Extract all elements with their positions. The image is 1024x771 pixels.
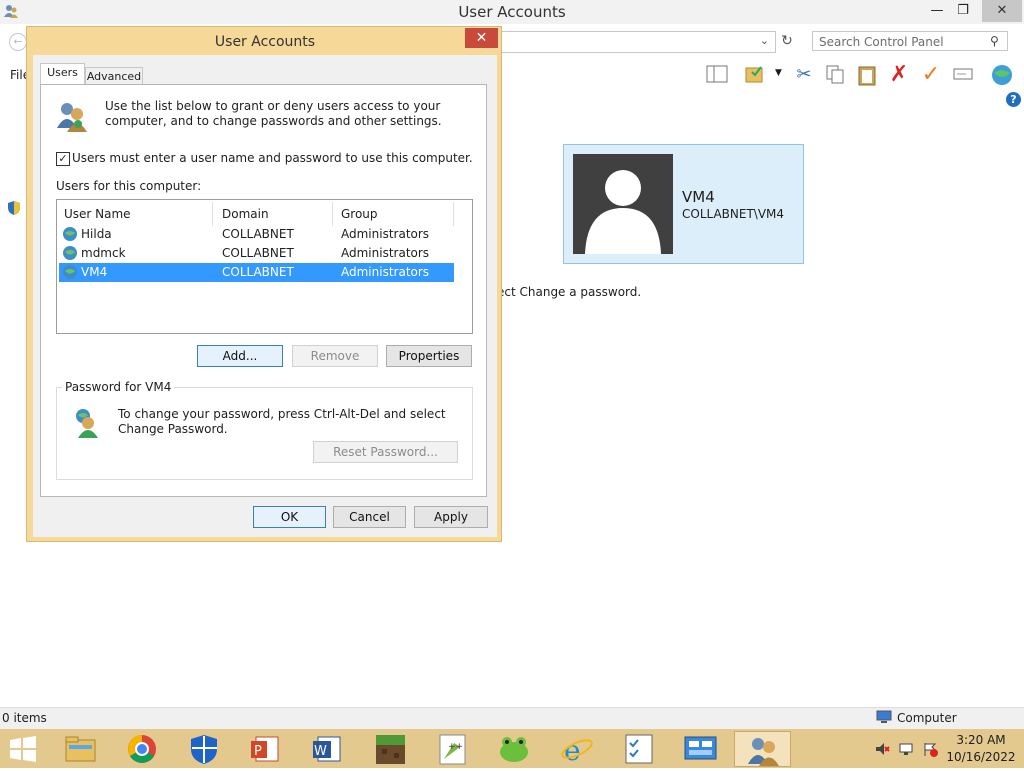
- refresh-button[interactable]: ↻: [778, 32, 796, 50]
- apply-button[interactable]: Apply: [414, 506, 488, 528]
- notepad-plus-plus-icon[interactable]: ++: [424, 731, 481, 767]
- password-instructions: To change your password, press Ctrl-Alt-…: [118, 407, 446, 436]
- powerpoint-icon[interactable]: P: [238, 731, 295, 767]
- task-manager-icon[interactable]: [610, 731, 667, 767]
- svg-text:P: P: [254, 744, 262, 759]
- frog-app-icon[interactable]: [486, 731, 543, 767]
- paste-icon[interactable]: [856, 64, 878, 86]
- user-globe-icon: [62, 226, 78, 242]
- help-icon[interactable]: ?: [1006, 92, 1021, 107]
- network-icon[interactable]: [898, 741, 914, 757]
- properties-button[interactable]: Properties: [386, 345, 472, 367]
- svg-text:++: ++: [448, 742, 463, 752]
- copy-icon[interactable]: [824, 64, 846, 86]
- require-password-checkbox[interactable]: ✓: [56, 152, 70, 166]
- bg-window-title: User Accounts: [458, 3, 566, 21]
- computer-icon: [876, 710, 892, 724]
- instruction-text: ect Change a password.: [497, 285, 642, 299]
- list-item-selected[interactable]: VM4 COLLABNET Administrators: [59, 263, 454, 282]
- address-bar[interactable]: ⌄: [490, 31, 776, 53]
- password-group-label: Password for VM4: [62, 380, 175, 394]
- back-button[interactable]: ←: [9, 33, 27, 51]
- column-header-domain[interactable]: Domain: [214, 202, 333, 226]
- status-item-count: 0 items: [2, 711, 47, 725]
- folder-options-icon[interactable]: [744, 64, 766, 86]
- users-listview[interactable]: User Name Domain Group Hilda COLLABNET A…: [56, 199, 473, 334]
- user-globe-icon: [62, 264, 78, 280]
- status-location: Computer: [897, 711, 957, 725]
- add-user-button[interactable]: Add...: [197, 345, 283, 367]
- chrome-icon[interactable]: [114, 731, 171, 767]
- dialog-title: User Accounts: [214, 34, 316, 50]
- column-header-username[interactable]: User Name: [59, 202, 213, 226]
- svg-text:W: W: [314, 744, 327, 759]
- status-bar: [0, 707, 1024, 730]
- chevron-down-icon[interactable]: ▼: [775, 68, 782, 78]
- require-password-label[interactable]: Users must enter a user name and passwor…: [72, 151, 473, 165]
- dialog-close-button[interactable]: ✕: [465, 28, 498, 48]
- search-input[interactable]: Search Control Panel: [812, 31, 1008, 51]
- control-panel-icon[interactable]: [672, 731, 729, 767]
- user-globe-icon: [62, 245, 78, 261]
- cut-icon[interactable]: ✂: [793, 64, 815, 86]
- search-icon[interactable]: ⚲: [990, 34, 999, 48]
- users-group-icon: [56, 100, 88, 132]
- intro-text: Use the list below to grant or deny user…: [105, 99, 442, 128]
- speaker-muted-icon[interactable]: [874, 741, 890, 757]
- action-center-icon[interactable]: [922, 741, 938, 757]
- user-key-icon: [70, 406, 102, 438]
- clock-time[interactable]: 3:20 AM: [944, 733, 1018, 747]
- avatar: [573, 154, 673, 254]
- start-button[interactable]: [8, 735, 38, 763]
- rename-icon[interactable]: [952, 64, 974, 86]
- delete-icon[interactable]: ✗: [888, 64, 910, 86]
- svg-text:e: e: [564, 734, 581, 767]
- minimize-button[interactable]: —: [924, 0, 950, 22]
- list-item[interactable]: mdmck COLLABNET Administrators: [59, 244, 454, 263]
- windows-defender-icon[interactable]: [176, 731, 233, 767]
- reset-password-button[interactable]: Reset Password...: [313, 441, 458, 463]
- user-tile-account: COLLABNET\VM4: [682, 207, 785, 221]
- checkmark-icon[interactable]: ✓: [920, 64, 942, 86]
- globe-icon[interactable]: [990, 64, 1012, 86]
- column-header-group[interactable]: Group: [334, 202, 454, 226]
- users-list-label: Users for this computer:: [56, 179, 202, 193]
- chevron-down-icon[interactable]: ⌄: [760, 34, 769, 47]
- cancel-button[interactable]: Cancel: [333, 506, 406, 528]
- restore-button[interactable]: ❐: [950, 0, 976, 22]
- user-tile-name: VM4: [682, 188, 715, 206]
- current-user-tile: VM4 COLLABNET\VM4: [563, 144, 804, 264]
- ok-button[interactable]: OK: [253, 506, 326, 528]
- layout-pane-icon[interactable]: [706, 64, 728, 86]
- user-accounts-icon[interactable]: [734, 731, 791, 767]
- tab-users[interactable]: Users: [40, 63, 85, 85]
- file-explorer-icon[interactable]: [52, 731, 109, 767]
- shield-icon: [6, 200, 22, 216]
- internet-explorer-icon[interactable]: e: [548, 731, 605, 767]
- list-item[interactable]: Hilda COLLABNET Administrators: [59, 225, 454, 244]
- close-button[interactable]: ✕: [982, 0, 1022, 22]
- minecraft-icon[interactable]: [362, 731, 419, 767]
- word-icon[interactable]: W: [300, 731, 357, 767]
- remove-user-button[interactable]: Remove: [292, 345, 378, 367]
- clock-date[interactable]: 10/16/2022: [944, 750, 1018, 764]
